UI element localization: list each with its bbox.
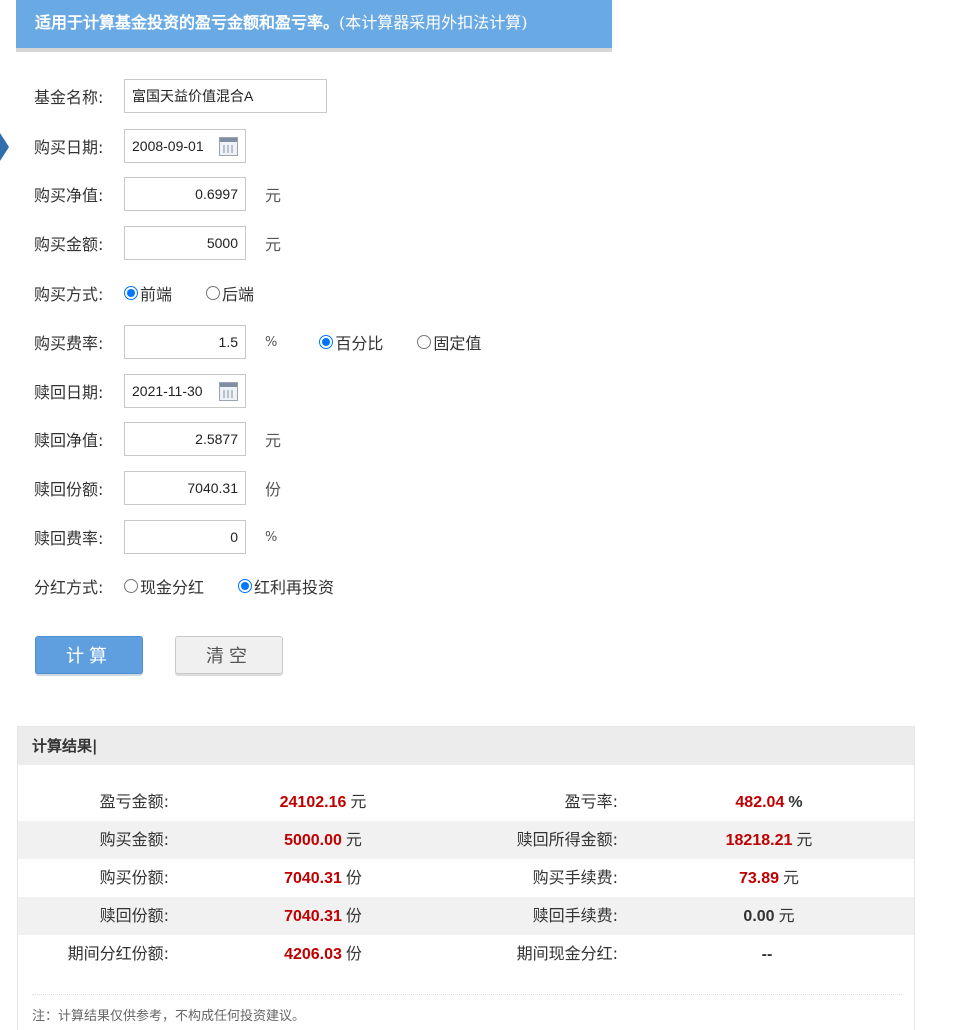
radio-cash-dividend[interactable]: 现金分红 (124, 574, 204, 598)
calendar-icon[interactable] (219, 381, 238, 401)
result-row: 赎回份额: 7040.31 份 赎回手续费: 0.00 元 (18, 897, 914, 935)
side-arrow-icon (0, 133, 9, 161)
buy-nav-label: 购买净值: (34, 186, 104, 205)
calculate-button[interactable]: 计算 (35, 636, 143, 674)
redeem-fee-rate-input[interactable]: 0 (124, 520, 246, 554)
radio-reinvest-dividend[interactable]: 红利再投资 (238, 574, 334, 598)
buy-fee-rate-input[interactable]: 1.5 (124, 325, 246, 359)
radio-back-end[interactable]: 后端 (206, 281, 254, 305)
redeem-fee-rate-label: 赎回费率: (34, 529, 104, 548)
radio-label: 现金分红 (140, 578, 205, 597)
redeem-fee-rate-unit: % (265, 529, 278, 545)
result-key: 购买金额: (99, 830, 169, 849)
buy-amount-row: 购买金额: 5000 元 (34, 226, 281, 260)
result-value: 24102.16 元 (279, 792, 367, 811)
redeem-date-row: 赎回日期: 2021-11-30 (34, 374, 246, 408)
result-row: 盈亏金额: 24102.16 元 盈亏率: 482.04% (18, 783, 914, 821)
buy-fee-rate-label: 购买费率: (34, 334, 104, 353)
radio-dot-checked[interactable] (238, 579, 253, 593)
banner-note: (本计算器采用外扣法计算) (339, 13, 528, 32)
disclaimer-note: 注：计算结果仅供参考，不构成任何投资建议。 (32, 1009, 306, 1024)
result-value: 5000.00 元 (284, 830, 362, 849)
redeem-date-value: 2021-11-30 (132, 383, 203, 399)
result-key: 购买份额: (99, 868, 169, 887)
buy-date-row: 购买日期: 2008-09-01 (34, 129, 246, 163)
radio-label: 固定值 (433, 334, 482, 353)
result-value: 18218.21 元 (725, 830, 813, 849)
result-key: 期间分红份额: (67, 944, 169, 963)
redeem-nav-label: 赎回净值: (34, 431, 104, 450)
redeem-date-label: 赎回日期: (34, 383, 104, 402)
buy-date-value: 2008-09-01 (132, 138, 204, 154)
fund-name-input[interactable]: 富国天益价值混合A (124, 79, 327, 113)
radio-label: 百分比 (335, 334, 384, 353)
divider (32, 994, 902, 995)
redeem-nav-row: 赎回净值: 2.5877 元 (34, 422, 281, 456)
buy-amount-label: 购买金额: (34, 235, 104, 254)
buy-nav-input[interactable]: 0.6997 (124, 177, 246, 211)
clear-button[interactable]: 清空 (175, 636, 283, 674)
redeem-nav-input[interactable]: 2.5877 (124, 422, 246, 456)
result-value: 73.89 元 (738, 868, 800, 887)
radio-front-end[interactable]: 前端 (124, 281, 172, 305)
redeem-shares-unit: 份 (265, 480, 282, 499)
result-value: 7040.31 份 (284, 906, 362, 925)
buy-date-input[interactable]: 2008-09-01 (124, 129, 246, 163)
redeem-shares-row: 赎回份额: 7040.31 份 (34, 471, 281, 505)
calculator-banner: 适用于计算基金投资的盈亏金额和盈亏率。(本计算器采用外扣法计算) (16, 0, 612, 52)
result-value: 0.00 元 (743, 906, 795, 925)
redeem-shares-label: 赎回份额: (34, 480, 104, 499)
fund-name-label: 基金名称: (34, 88, 104, 107)
radio-label: 前端 (140, 285, 173, 304)
radio-dot-checked[interactable] (319, 335, 334, 349)
radio-label: 后端 (222, 285, 255, 304)
result-key: 盈亏率: (564, 792, 618, 811)
redeem-shares-input[interactable]: 7040.31 (124, 471, 246, 505)
radio-dot[interactable] (124, 579, 138, 593)
buy-nav-unit: 元 (265, 186, 282, 205)
result-value: 482.04% (735, 794, 803, 811)
result-key: 盈亏金额: (99, 792, 169, 811)
redeem-fee-rate-row: 赎回费率: 0 % (34, 520, 277, 554)
result-key: 赎回手续费: (532, 906, 618, 925)
buy-date-label: 购买日期: (34, 138, 104, 157)
result-row: 购买金额: 5000.00 元 赎回所得金额: 18218.21 元 (18, 821, 914, 859)
result-key: 赎回份额: (99, 906, 169, 925)
result-value: 7040.31 份 (284, 868, 362, 887)
calendar-icon[interactable] (219, 136, 238, 156)
radio-fixed-value[interactable]: 固定值 (417, 330, 481, 354)
result-panel: 计算结果| 盈亏金额: 24102.16 元 盈亏率: 482.04% 购买金额:… (17, 726, 915, 1030)
radio-dot-checked[interactable] (124, 286, 138, 300)
buy-amount-unit: 元 (265, 235, 282, 254)
dividend-mode-label: 分红方式: (34, 578, 104, 597)
result-value: -- (761, 946, 773, 963)
result-value: 4206.03 份 (284, 944, 362, 963)
dividend-mode-row: 分红方式: 现金分红 红利再投资 (34, 569, 368, 603)
buy-mode-label: 购买方式: (34, 285, 104, 304)
result-title: 计算结果| (18, 727, 914, 765)
buy-fee-rate-row: 购买费率: 1.5 % 百分比 固定值 (34, 325, 515, 359)
redeem-nav-unit: 元 (265, 431, 282, 450)
buy-amount-input[interactable]: 5000 (124, 226, 246, 260)
buy-mode-row: 购买方式: 前端 后端 (34, 276, 288, 310)
radio-dot[interactable] (417, 335, 432, 349)
result-key: 赎回所得金额: (516, 830, 618, 849)
buy-nav-row: 购买净值: 0.6997 元 (34, 177, 281, 211)
radio-label: 红利再投资 (254, 578, 335, 597)
banner-title: 适用于计算基金投资的盈亏金额和盈亏率。 (35, 13, 340, 32)
redeem-date-input[interactable]: 2021-11-30 (124, 374, 246, 408)
result-row: 购买份额: 7040.31 份 购买手续费: 73.89 元 (18, 859, 914, 897)
buy-fee-rate-unit: % (265, 334, 278, 350)
result-row: 期间分红份额: 4206.03 份 期间现金分红: -- (18, 935, 914, 973)
fund-name-row: 基金名称: 富国天益价值混合A (34, 79, 327, 113)
result-key: 购买手续费: (532, 868, 618, 887)
radio-dot[interactable] (206, 286, 221, 300)
result-key: 期间现金分红: (516, 944, 618, 963)
radio-percentage[interactable]: 百分比 (319, 330, 383, 354)
